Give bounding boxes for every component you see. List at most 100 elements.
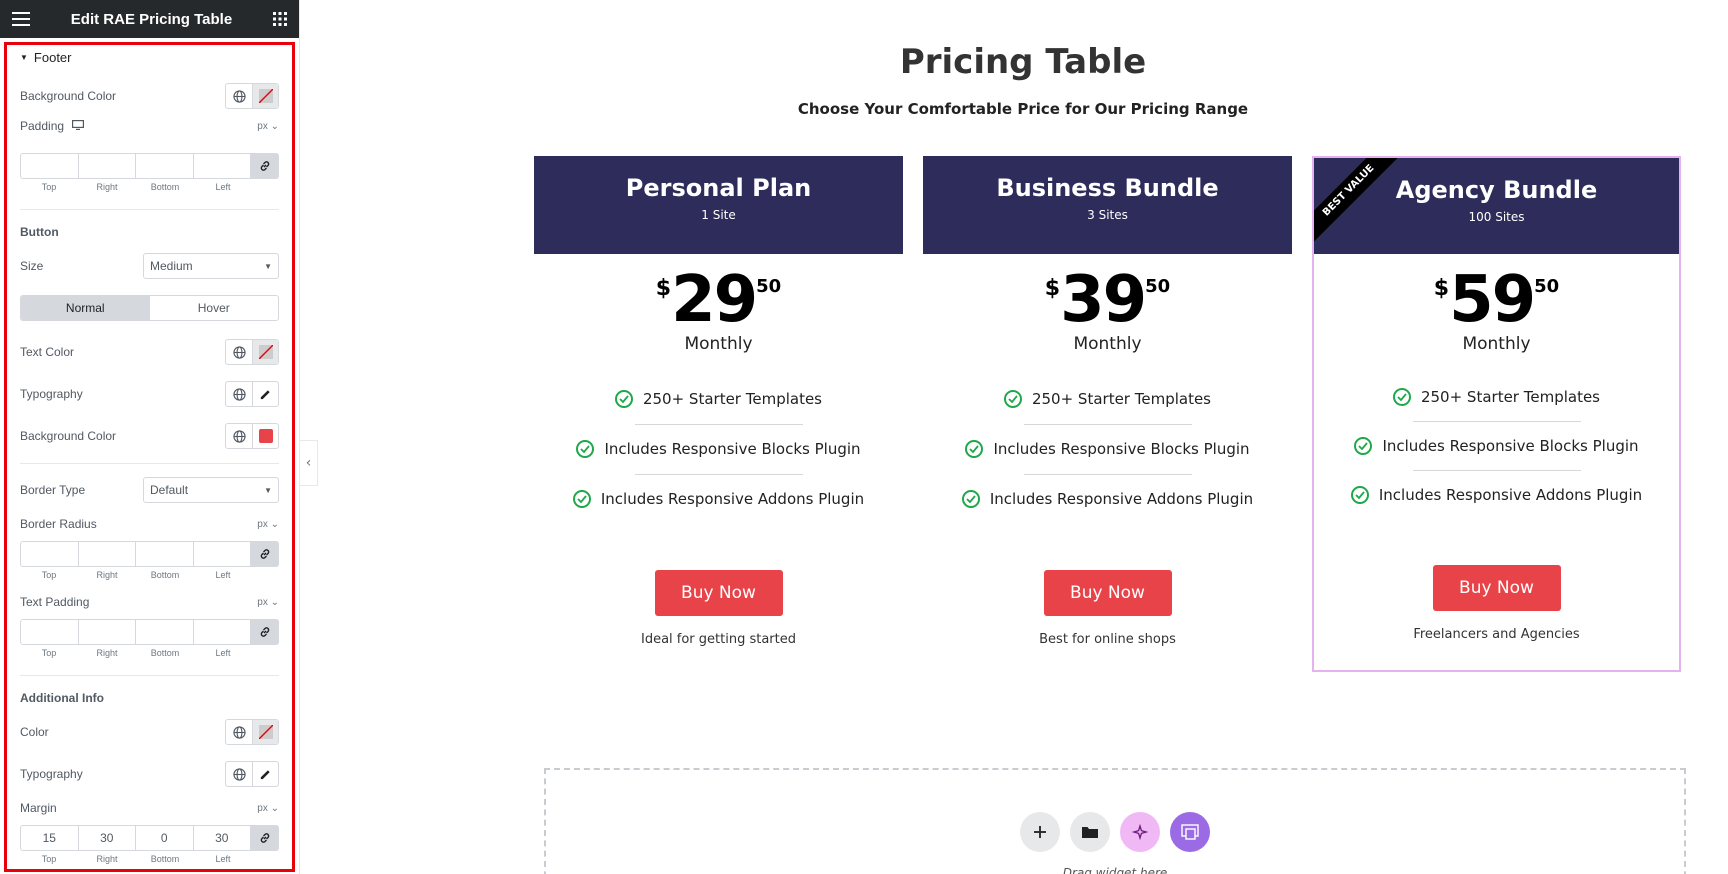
padding-bottom-input[interactable] bbox=[136, 154, 194, 178]
additional-info: Freelancers and Agencies bbox=[1413, 627, 1580, 642]
pencil-icon[interactable] bbox=[252, 382, 278, 406]
layout-structure-icon[interactable] bbox=[1170, 812, 1210, 852]
globe-icon[interactable] bbox=[226, 720, 252, 744]
link-values-icon[interactable] bbox=[251, 620, 278, 644]
link-values-icon[interactable] bbox=[251, 826, 278, 850]
link-values-icon[interactable] bbox=[251, 154, 278, 178]
text-padding-right-input[interactable] bbox=[79, 620, 136, 644]
radius-left-input[interactable] bbox=[194, 542, 251, 566]
globe-icon[interactable] bbox=[226, 762, 252, 786]
margin-right-input[interactable]: 30 bbox=[79, 826, 136, 850]
amount: 59 bbox=[1449, 263, 1536, 337]
check-circle-icon bbox=[1350, 485, 1369, 504]
preview-canvas: Pricing Table Choose Your Comfortable Pr… bbox=[318, 0, 1728, 874]
feature-list: 250+ Starter Templates Includes Responsi… bbox=[1314, 372, 1679, 519]
card-header: BEST VALUE Agency Bundle 100 Sites bbox=[1314, 158, 1679, 254]
label: Text Color bbox=[20, 345, 75, 359]
globe-icon[interactable] bbox=[226, 340, 252, 364]
globe-icon[interactable] bbox=[226, 84, 252, 108]
footer-padding-row: Padding px ⌄ bbox=[20, 119, 279, 133]
template-library-folder-icon[interactable] bbox=[1070, 812, 1110, 852]
border-type-select[interactable]: Default ▼ bbox=[143, 477, 279, 503]
footer-settings-panel: ▼ Footer Background Color Padding px ⌄ T… bbox=[4, 42, 295, 872]
page-subtitle: Choose Your Comfortable Price for Our Pr… bbox=[797, 100, 1249, 118]
cents: 50 bbox=[1145, 276, 1171, 297]
border-type-row: Border Type Default ▼ bbox=[20, 477, 279, 503]
margin-row: Margin px ⌄ bbox=[20, 801, 279, 815]
feature-list: 250+ Starter Templates Includes Responsi… bbox=[923, 374, 1292, 524]
margin-top-input[interactable]: 15 bbox=[21, 826, 79, 850]
button-size-select[interactable]: Medium ▼ bbox=[143, 253, 279, 279]
padding-left-input[interactable] bbox=[194, 154, 251, 178]
hamburger-menu-icon[interactable] bbox=[12, 12, 30, 26]
button-typography-row: Typography bbox=[20, 381, 279, 407]
globe-icon[interactable] bbox=[226, 424, 252, 448]
check-circle-icon bbox=[614, 390, 633, 408]
plan-sites: 100 Sites bbox=[1468, 210, 1525, 224]
padding-top-input[interactable] bbox=[21, 154, 79, 178]
label: Typography bbox=[20, 767, 83, 781]
pricing-card-business[interactable]: Business Bundle 3 Sites $3950 Monthly 25… bbox=[923, 156, 1292, 647]
additional-color-row: Color bbox=[20, 719, 279, 745]
check-circle-icon bbox=[1003, 390, 1022, 408]
margin-left-input[interactable]: 30 bbox=[194, 826, 251, 850]
text-padding-top-input[interactable] bbox=[21, 620, 79, 644]
buy-now-button[interactable]: Buy Now bbox=[654, 570, 783, 616]
ai-sparkle-icon[interactable] bbox=[1120, 812, 1160, 852]
desktop-icon[interactable] bbox=[72, 119, 85, 133]
tab-hover[interactable]: Hover bbox=[150, 296, 279, 320]
radius-top-input[interactable] bbox=[21, 542, 79, 566]
label: Background Color bbox=[20, 89, 117, 103]
currency: $ bbox=[1433, 276, 1450, 301]
list-item: 250+ Starter Templates bbox=[1314, 372, 1679, 421]
color-picker-empty-icon[interactable] bbox=[252, 84, 278, 108]
text-padding-left-input[interactable] bbox=[194, 620, 251, 644]
caret-down-icon: ▼ bbox=[20, 52, 28, 62]
drop-zone[interactable]: Drag widget here bbox=[544, 768, 1686, 874]
plan-sites: 3 Sites bbox=[1087, 208, 1128, 222]
list-item: Includes Responsive Blocks Plugin bbox=[923, 424, 1292, 474]
pencil-icon[interactable] bbox=[252, 762, 278, 786]
buy-now-button[interactable]: Buy Now bbox=[1432, 565, 1561, 611]
unit-selector[interactable]: px ⌄ bbox=[257, 803, 279, 814]
section-footer-toggle[interactable]: ▼ Footer bbox=[20, 50, 279, 65]
padding-right-input[interactable] bbox=[79, 154, 136, 178]
tab-normal[interactable]: Normal bbox=[21, 296, 150, 320]
billing-period: Monthly bbox=[1462, 334, 1531, 354]
price: $3950 bbox=[923, 268, 1292, 332]
margin-bottom-input[interactable]: 0 bbox=[136, 826, 194, 850]
chevron-down-icon: ▼ bbox=[264, 485, 272, 495]
divider bbox=[20, 209, 279, 210]
pricing-card-personal[interactable]: Personal Plan 1 Site $2950 Monthly 250+ … bbox=[534, 156, 903, 647]
billing-period: Monthly bbox=[1073, 334, 1142, 354]
card-header: Personal Plan 1 Site bbox=[534, 156, 903, 254]
color-picker-empty-icon[interactable] bbox=[252, 340, 278, 364]
add-section-button[interactable] bbox=[1020, 812, 1060, 852]
pricing-card-agency[interactable]: BEST VALUE Agency Bundle 100 Sites $5950… bbox=[1312, 156, 1681, 672]
radius-bottom-input[interactable] bbox=[136, 542, 194, 566]
label: Size bbox=[20, 259, 44, 273]
label: Text Padding bbox=[20, 595, 90, 609]
divider bbox=[20, 463, 279, 464]
globe-icon[interactable] bbox=[226, 382, 252, 406]
check-circle-icon bbox=[1392, 387, 1411, 406]
cents: 50 bbox=[756, 276, 782, 297]
text-padding-inputs bbox=[20, 619, 279, 645]
button-size-row: Size Medium ▼ bbox=[20, 253, 279, 279]
unit-selector[interactable]: px ⌄ bbox=[257, 121, 279, 132]
amount: 39 bbox=[1060, 263, 1147, 337]
collapse-panel-handle[interactable]: ‹ bbox=[300, 440, 318, 486]
apps-grid-icon[interactable] bbox=[272, 12, 287, 26]
buy-now-button[interactable]: Buy Now bbox=[1043, 570, 1172, 616]
link-values-icon[interactable] bbox=[251, 542, 278, 566]
text-padding-bottom-input[interactable] bbox=[136, 620, 194, 644]
unit-selector[interactable]: px ⌄ bbox=[257, 519, 279, 530]
check-circle-icon bbox=[572, 490, 591, 508]
additional-typography-row: Typography bbox=[20, 761, 279, 787]
list-item: Includes Responsive Addons Plugin bbox=[534, 474, 903, 524]
unit-selector[interactable]: px ⌄ bbox=[257, 597, 279, 608]
button-heading: Button bbox=[20, 225, 59, 239]
color-swatch[interactable] bbox=[252, 424, 278, 448]
radius-right-input[interactable] bbox=[79, 542, 136, 566]
color-picker-empty-icon[interactable] bbox=[252, 720, 278, 744]
